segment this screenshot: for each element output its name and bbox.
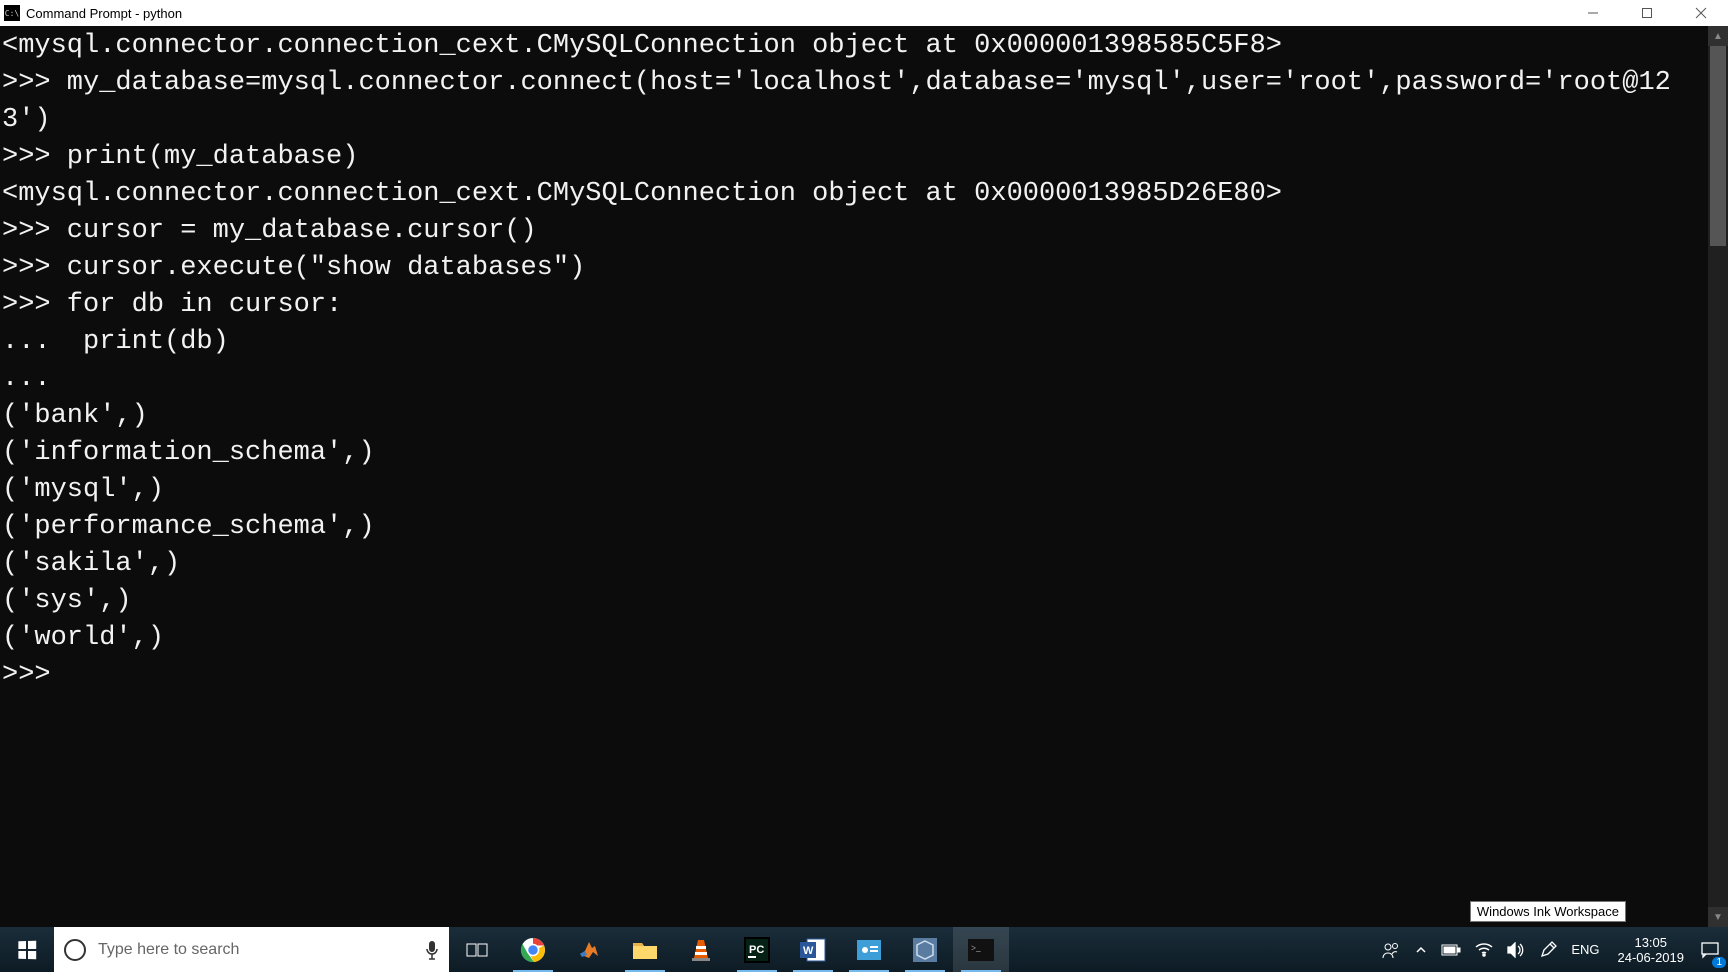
- chevron-up-icon: [1415, 944, 1427, 956]
- battery-tray-icon[interactable]: [1435, 927, 1467, 972]
- file-explorer-taskbar-button[interactable]: [617, 927, 673, 972]
- vertical-scrollbar[interactable]: ▲ ▼: [1708, 26, 1728, 927]
- battery-icon: [1441, 944, 1461, 956]
- cortana-icon: [64, 939, 86, 961]
- app-taskbar-button[interactable]: [897, 927, 953, 972]
- wifi-icon: [1475, 943, 1493, 957]
- search-placeholder: Type here to search: [98, 941, 425, 959]
- clock-time: 13:05: [1618, 935, 1685, 950]
- matlab-taskbar-button[interactable]: [561, 927, 617, 972]
- pycharm-icon: PC: [744, 937, 770, 963]
- control-panel-icon: [857, 938, 881, 962]
- word-icon: W: [800, 938, 826, 962]
- cmd-taskbar-button[interactable]: >_: [953, 927, 1009, 972]
- people-icon: [1381, 940, 1401, 960]
- pycharm-taskbar-button[interactable]: PC: [729, 927, 785, 972]
- minimize-button[interactable]: [1566, 0, 1620, 26]
- close-button[interactable]: [1674, 0, 1728, 26]
- console-area: <mysql.connector.connection_cext.CMySQLC…: [0, 26, 1728, 927]
- vlc-taskbar-button[interactable]: [673, 927, 729, 972]
- tray-overflow-button[interactable]: [1409, 927, 1433, 972]
- scroll-up-arrow[interactable]: ▲: [1708, 26, 1728, 46]
- wifi-tray-icon[interactable]: [1469, 927, 1499, 972]
- clock-date: 24-06-2019: [1618, 950, 1685, 965]
- start-button[interactable]: [0, 927, 54, 972]
- clock[interactable]: 13:05 24-06-2019: [1608, 935, 1695, 965]
- task-view-button[interactable]: [449, 927, 505, 972]
- notification-badge: 1: [1712, 957, 1726, 968]
- tray-tooltip: Windows Ink Workspace: [1470, 901, 1626, 922]
- close-icon: [1695, 7, 1707, 19]
- svg-text:PC: PC: [749, 944, 764, 956]
- chrome-taskbar-button[interactable]: [505, 927, 561, 972]
- netbeans-icon: [913, 938, 937, 962]
- folder-icon: [632, 939, 658, 961]
- maximize-button[interactable]: [1620, 0, 1674, 26]
- people-tray-icon[interactable]: [1375, 927, 1407, 972]
- task-view-icon: [466, 941, 488, 959]
- windows-logo-icon: [18, 940, 36, 959]
- taskbar-buttons: PC W >_: [449, 927, 1009, 972]
- search-box[interactable]: Type here to search: [54, 927, 449, 972]
- matlab-icon: [577, 938, 601, 962]
- console-output[interactable]: <mysql.connector.connection_cext.CMySQLC…: [0, 26, 1708, 927]
- taskbar: Type here to search PC W >_: [0, 927, 1728, 972]
- svg-text:W: W: [803, 945, 814, 957]
- titlebar[interactable]: C:\ Command Prompt - python: [0, 0, 1728, 26]
- word-taskbar-button[interactable]: W: [785, 927, 841, 972]
- window-title: Command Prompt - python: [26, 6, 182, 21]
- scroll-down-arrow[interactable]: ▼: [1708, 907, 1728, 927]
- maximize-icon: [1641, 7, 1653, 19]
- cmd-icon: C:\: [4, 5, 20, 21]
- volume-tray-icon[interactable]: [1501, 927, 1531, 972]
- svg-text:>_: >_: [971, 943, 981, 953]
- language-indicator[interactable]: ENG: [1565, 927, 1605, 972]
- vlc-icon: [690, 938, 712, 962]
- minimize-icon: [1587, 7, 1599, 19]
- settings-taskbar-button[interactable]: [841, 927, 897, 972]
- speaker-icon: [1507, 942, 1525, 958]
- mic-icon[interactable]: [425, 940, 439, 960]
- window-controls: [1566, 0, 1728, 26]
- chrome-icon: [520, 937, 546, 963]
- pen-icon: [1539, 941, 1557, 959]
- action-center-button[interactable]: 1: [1696, 940, 1724, 960]
- terminal-icon: >_: [968, 939, 994, 961]
- system-tray: ENG 13:05 24-06-2019 1: [1375, 927, 1728, 972]
- ink-workspace-tray-icon[interactable]: [1533, 927, 1563, 972]
- scroll-thumb[interactable]: [1710, 46, 1726, 246]
